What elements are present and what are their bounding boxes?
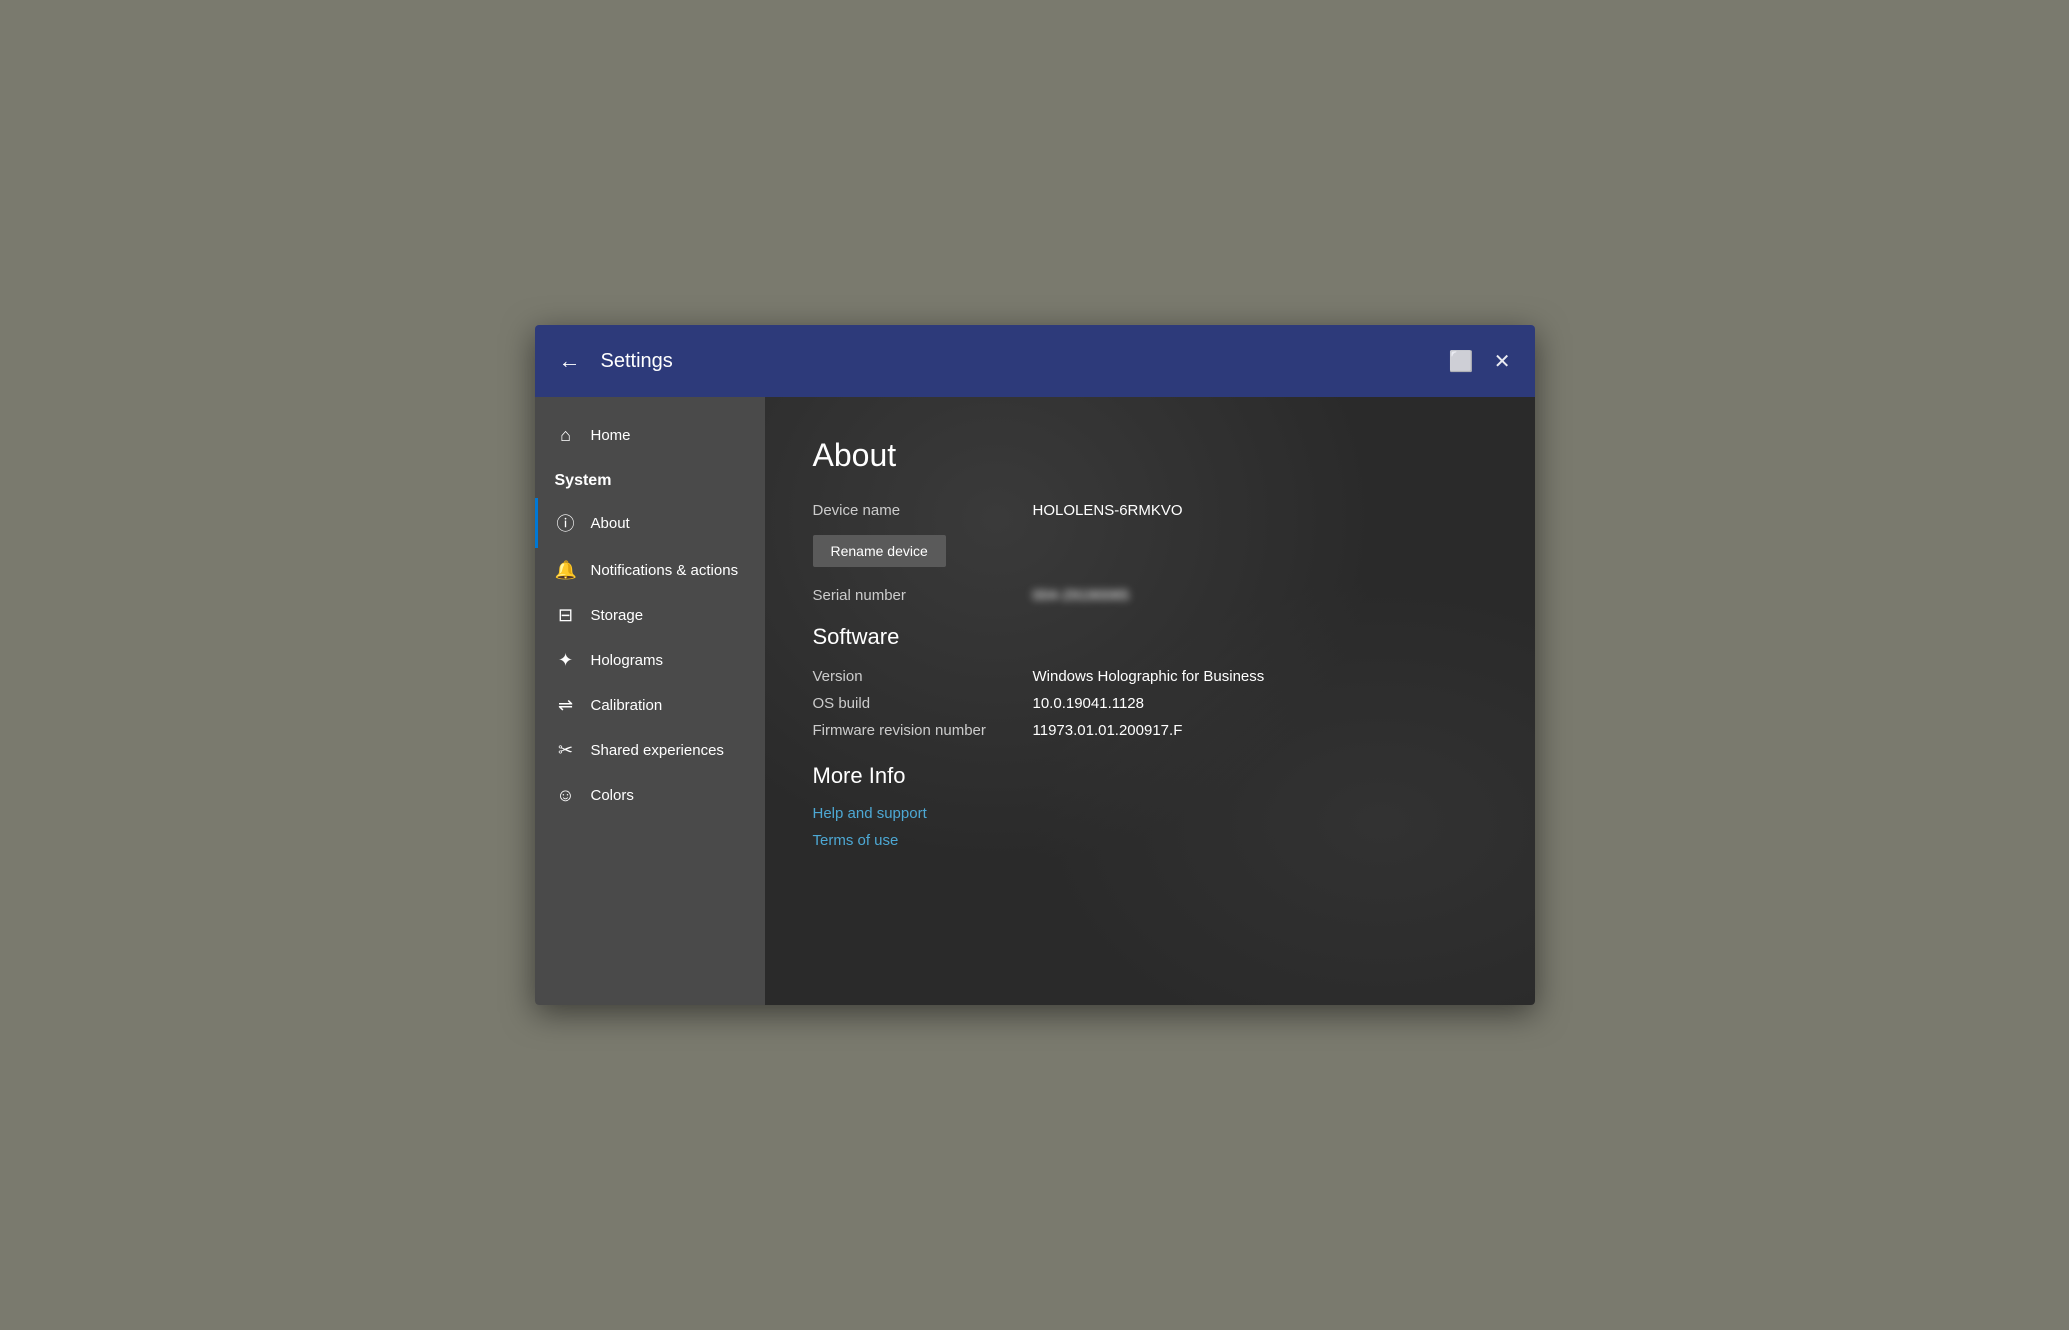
about-icon: ⓘ [555, 510, 577, 536]
sidebar-item-shared[interactable]: ✂ Shared experiences [535, 728, 765, 773]
os-build-label: OS build [813, 695, 1033, 712]
version-row: Version Windows Holographic for Business [813, 668, 1487, 685]
sidebar-item-notifications[interactable]: 🔔 Notifications & actions [535, 548, 765, 593]
notifications-icon: 🔔 [555, 560, 577, 581]
page-title: About [813, 437, 1487, 474]
terms-of-use-link[interactable]: Terms of use [813, 832, 1487, 849]
sidebar-section-system: System [535, 458, 765, 498]
version-value: Windows Holographic for Business [1033, 668, 1265, 685]
serial-number-value: 004-29190065 [1033, 587, 1130, 604]
sidebar-colors-label: Colors [591, 787, 634, 804]
storage-icon: ⊟ [555, 605, 577, 626]
sidebar-item-colors[interactable]: ☺ Colors [535, 773, 765, 818]
shared-icon: ✂ [555, 740, 577, 761]
sidebar-shared-label: Shared experiences [591, 742, 724, 759]
main-content: ⌂ Home System ⓘ About 🔔 Notifications & … [535, 397, 1535, 1005]
device-name-row: Device name HOLOLENS-6RMKVO [813, 502, 1487, 519]
os-build-row: OS build 10.0.19041.1128 [813, 695, 1487, 712]
settings-window: ← Settings ⬜ ✕ ⌂ Home System ⓘ About 🔔 N… [535, 325, 1535, 1005]
version-label: Version [813, 668, 1033, 685]
sidebar-notifications-label: Notifications & actions [591, 562, 739, 579]
sidebar-calibration-label: Calibration [591, 697, 663, 714]
calibration-icon: ⇌ [555, 695, 577, 716]
more-info-heading: More Info [813, 763, 1487, 789]
system-section-label: System [555, 472, 612, 490]
sidebar-item-calibration[interactable]: ⇌ Calibration [535, 683, 765, 728]
window-icon-button[interactable]: ⬜ [1449, 349, 1474, 374]
holograms-icon: ✦ [555, 650, 577, 671]
sidebar-holograms-label: Holograms [591, 652, 664, 669]
window-title: Settings [601, 350, 1449, 373]
os-build-value: 10.0.19041.1128 [1033, 695, 1145, 712]
serial-number-row: Serial number 004-29190065 [813, 587, 1487, 604]
firmware-row: Firmware revision number 11973.01.01.200… [813, 722, 1487, 739]
help-support-link[interactable]: Help and support [813, 805, 1487, 822]
device-name-value: HOLOLENS-6RMKVO [1033, 502, 1183, 519]
title-bar: ← Settings ⬜ ✕ [535, 325, 1535, 397]
close-button[interactable]: ✕ [1494, 349, 1511, 374]
sidebar-storage-label: Storage [591, 607, 644, 624]
colors-icon: ☺ [555, 785, 577, 806]
software-heading: Software [813, 624, 1487, 650]
rename-device-button[interactable]: Rename device [813, 535, 946, 567]
device-name-label: Device name [813, 502, 1033, 519]
window-controls: ⬜ ✕ [1449, 349, 1511, 374]
sidebar-item-holograms[interactable]: ✦ Holograms [535, 638, 765, 683]
sidebar-home-label: Home [591, 427, 631, 444]
back-button[interactable]: ← [559, 350, 581, 372]
sidebar-item-about[interactable]: ⓘ About [535, 498, 765, 548]
sidebar: ⌂ Home System ⓘ About 🔔 Notifications & … [535, 397, 765, 1005]
home-icon: ⌂ [555, 425, 577, 446]
content-panel: About Device name HOLOLENS-6RMKVO Rename… [765, 397, 1535, 1005]
firmware-label: Firmware revision number [813, 722, 1033, 739]
sidebar-about-label: About [591, 515, 630, 532]
sidebar-item-storage[interactable]: ⊟ Storage [535, 593, 765, 638]
serial-number-label: Serial number [813, 587, 1033, 604]
firmware-value: 11973.01.01.200917.F [1033, 722, 1183, 739]
sidebar-item-home[interactable]: ⌂ Home [535, 413, 765, 458]
